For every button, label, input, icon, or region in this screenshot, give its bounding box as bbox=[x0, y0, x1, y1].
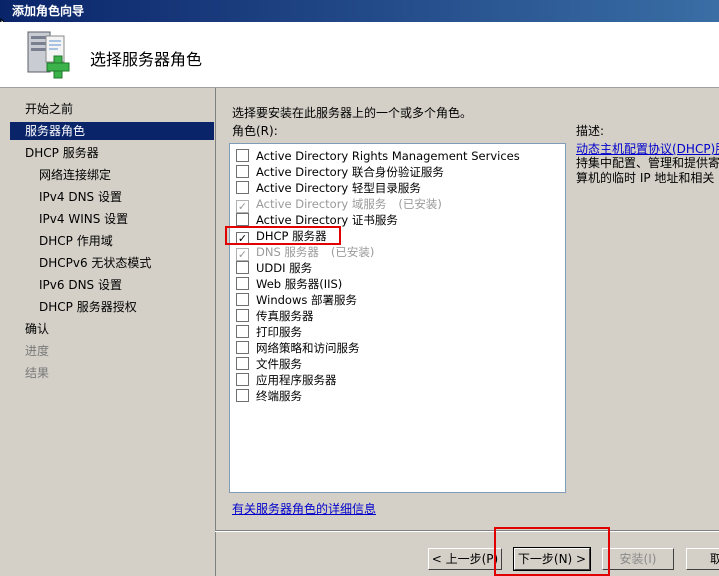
description-link[interactable]: 动态主机配置协议(DHCP)服 bbox=[576, 140, 719, 157]
nav-step[interactable]: IPv6 DNS 设置 bbox=[10, 276, 214, 294]
nav-step[interactable]: DHCP 服务器授权 bbox=[10, 298, 214, 316]
role-checkbox[interactable] bbox=[236, 309, 249, 322]
role-checkbox[interactable] bbox=[236, 357, 249, 370]
role-list-item[interactable]: 文件服务 bbox=[236, 356, 302, 372]
role-label: 打印服务 bbox=[256, 325, 302, 339]
role-list-item[interactable]: 传真服务器 bbox=[236, 308, 314, 324]
vertical-divider bbox=[215, 88, 216, 576]
description-text: 持集中配置、管理和提供寄 算机的临时 IP 地址和相关 bbox=[576, 156, 719, 185]
role-status: (已安装) bbox=[398, 197, 442, 211]
role-label: 终端服务 bbox=[256, 389, 302, 403]
role-list-item[interactable]: Web 服务器(IIS) bbox=[236, 276, 342, 292]
nav-step[interactable]: 开始之前 bbox=[10, 100, 214, 118]
nav-step[interactable]: 确认 bbox=[10, 320, 214, 338]
role-label: Active Directory 联合身份验证服务 bbox=[256, 165, 444, 179]
window-title: 添加角色向导 bbox=[12, 4, 85, 18]
role-checkbox[interactable] bbox=[236, 325, 249, 338]
role-status: (已安装) bbox=[330, 245, 375, 259]
role-list-item[interactable]: 网络策略和访问服务 bbox=[236, 340, 360, 356]
role-label: DNS 服务器 bbox=[256, 245, 319, 259]
role-label: Web 服务器(IIS) bbox=[256, 277, 343, 291]
role-list-item[interactable]: Active Directory Rights Management Servi… bbox=[236, 148, 520, 164]
wizard-steps-nav: 开始之前服务器角色 DHCP 服务器 网络连接绑定 IPv4 DNS 设置 IPv4 W… bbox=[10, 96, 214, 566]
role-checkbox[interactable] bbox=[236, 389, 249, 402]
role-label: Active Directory Rights Management Servi… bbox=[256, 149, 520, 163]
nav-step: 进度 bbox=[25, 344, 50, 358]
nav-step: 结果 bbox=[25, 366, 50, 380]
wizard-header: 选择服务器角色 bbox=[0, 22, 719, 88]
role-checkbox[interactable] bbox=[236, 373, 249, 386]
role-label: 文件服务 bbox=[256, 357, 302, 371]
instruction-text: 选择要安装在此服务器上的一个或多个角色。 bbox=[232, 106, 473, 120]
more-info-link[interactable]: 有关服务器角色的详细信息 bbox=[232, 500, 376, 517]
window-title-bar[interactable]: 添加角色向导 bbox=[0, 0, 719, 22]
role-list-item: DNS 服务器 (已安装) bbox=[236, 244, 375, 261]
role-label: Active Directory 域服务 bbox=[256, 197, 387, 211]
cancel-button[interactable]: 取 bbox=[686, 548, 719, 570]
role-checkbox[interactable] bbox=[236, 181, 249, 194]
role-list-item[interactable]: Windows 部署服务 bbox=[236, 292, 357, 308]
role-list-item[interactable]: Active Directory 轻型目录服务 bbox=[236, 180, 421, 196]
roles-listbox[interactable]: Active Directory Rights Management Servi… bbox=[229, 143, 566, 493]
role-checkbox[interactable] bbox=[236, 293, 249, 306]
back-button[interactable]: < 上一步(P) bbox=[428, 548, 502, 570]
description-label: 描述: bbox=[576, 124, 605, 138]
highlight-box bbox=[225, 226, 341, 245]
nav-step[interactable]: IPv4 WINS 设置 bbox=[10, 210, 214, 228]
roles-label: 角色(R): bbox=[232, 124, 278, 138]
nav-step[interactable]: DHCPv6 无状态模式 bbox=[10, 254, 214, 272]
footer-divider-highlight bbox=[215, 531, 719, 532]
role-label: 网络策略和访问服务 bbox=[256, 341, 360, 355]
role-label: 传真服务器 bbox=[256, 309, 314, 323]
role-checkbox[interactable] bbox=[236, 149, 249, 162]
server-add-icon bbox=[27, 31, 70, 79]
role-label: Windows 部署服务 bbox=[256, 293, 357, 307]
role-checkbox[interactable] bbox=[236, 213, 249, 226]
role-list-item[interactable]: 应用程序服务器 bbox=[236, 372, 337, 388]
page-title: 选择服务器角色 bbox=[90, 50, 203, 69]
role-list-item[interactable]: Active Directory 联合身份验证服务 bbox=[236, 164, 444, 180]
role-list-item: Active Directory 域服务 (已安装) bbox=[236, 196, 442, 213]
role-label: UDDI 服务 bbox=[256, 261, 313, 275]
role-checkbox[interactable] bbox=[236, 341, 249, 354]
role-list-item[interactable]: 打印服务 bbox=[236, 324, 302, 340]
role-list-item[interactable]: UDDI 服务 bbox=[236, 260, 312, 276]
nav-step[interactable]: IPv4 DNS 设置 bbox=[10, 188, 214, 206]
nav-step[interactable]: DHCP 作用域 bbox=[10, 232, 214, 250]
role-checkbox[interactable] bbox=[236, 165, 249, 178]
nav-step[interactable]: 网络连接绑定 bbox=[10, 166, 214, 184]
nav-step[interactable]: DHCP 服务器 bbox=[10, 144, 214, 162]
role-checkbox[interactable] bbox=[236, 277, 249, 290]
role-label: 应用程序服务器 bbox=[256, 373, 337, 387]
role-checkbox[interactable] bbox=[236, 261, 249, 274]
nav-step[interactable]: 服务器角色 bbox=[10, 122, 214, 140]
role-label: Active Directory 轻型目录服务 bbox=[256, 181, 421, 195]
role-list-item[interactable]: 终端服务 bbox=[236, 388, 302, 404]
highlight-box-next bbox=[494, 527, 610, 576]
role-label: Active Directory 证书服务 bbox=[256, 213, 398, 227]
install-button[interactable]: 安装(I) bbox=[602, 548, 674, 570]
